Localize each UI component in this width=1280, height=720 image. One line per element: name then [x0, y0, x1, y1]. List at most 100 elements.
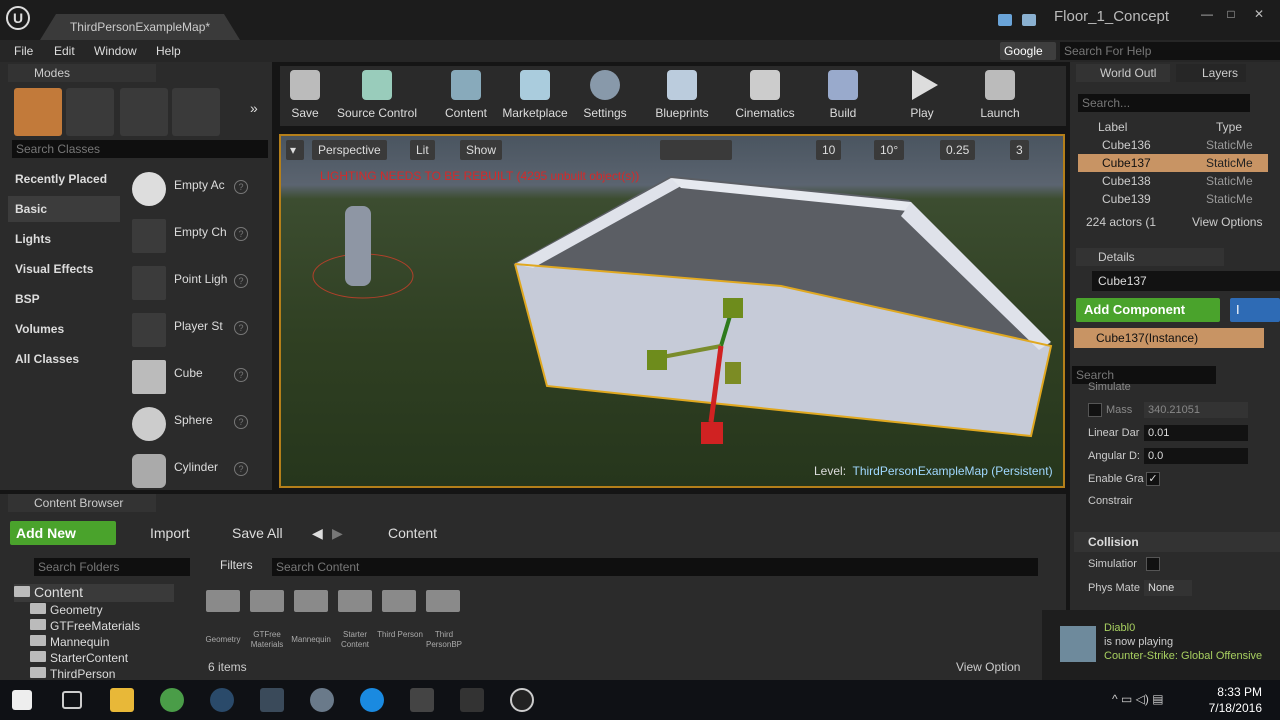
add-component-button[interactable]: Add Component — [1076, 298, 1220, 322]
transform-tools[interactable] — [660, 140, 732, 160]
gizmo-x-handle[interactable] — [647, 350, 667, 370]
skype-icon[interactable] — [360, 688, 384, 712]
gizmo-y-handle[interactable] — [723, 298, 743, 318]
help-icon[interactable]: ? — [234, 462, 248, 476]
perspective-button[interactable]: Perspective — [312, 140, 387, 160]
build-button[interactable]: Build — [822, 68, 864, 124]
source-control-button[interactable]: Source Control — [334, 68, 420, 124]
lit-button[interactable]: Lit — [410, 140, 435, 160]
menu-help[interactable]: Help — [156, 44, 181, 58]
help-icon[interactable]: ? — [234, 227, 248, 241]
close-button[interactable]: ✕ — [1248, 6, 1270, 22]
mass-field[interactable]: 340.21051 — [1144, 402, 1248, 418]
place-item-point-light[interactable]: Point Ligh? — [128, 260, 256, 304]
constraints-label[interactable]: Constrair — [1088, 495, 1133, 507]
folder-tile-icon[interactable] — [382, 590, 416, 612]
minimize-button[interactable]: — — [1196, 6, 1218, 22]
show-button[interactable]: Show — [460, 140, 503, 160]
blueprint-button[interactable]: I — [1230, 298, 1280, 322]
folder-tile-icon[interactable] — [294, 590, 328, 612]
unreal-engine-icon[interactable] — [510, 688, 534, 712]
path-breadcrumb[interactable]: Content — [388, 522, 437, 544]
filters-button[interactable]: Filters — [220, 558, 253, 572]
forward-arrow-icon[interactable]: ▶ — [332, 522, 343, 544]
system-tray-icons[interactable]: ^ ▭ ◁) ▤ — [1112, 692, 1164, 706]
outliner-view-options[interactable]: View Options — [1192, 215, 1262, 229]
place-item-sphere[interactable]: Sphere? — [128, 401, 256, 445]
cinematics-button[interactable]: Cinematics — [732, 68, 798, 124]
place-item-cylinder[interactable]: Cylinder? — [128, 448, 256, 492]
category-basic[interactable]: Basic — [8, 196, 120, 222]
category-bsp[interactable]: BSP — [8, 286, 120, 312]
blueprints-button[interactable]: Blueprints — [650, 68, 714, 124]
save-button[interactable]: Save — [284, 68, 326, 124]
label-column-header[interactable]: Label — [1098, 120, 1127, 134]
actor-name-field[interactable]: Cube137 — [1092, 271, 1280, 291]
category-lights[interactable]: Lights — [8, 226, 120, 252]
epic-games-icon[interactable] — [460, 688, 484, 712]
maximize-button[interactable]: □ — [1220, 6, 1242, 22]
app-icon[interactable] — [310, 688, 334, 712]
menu-window[interactable]: Window — [94, 44, 137, 58]
viewport-menu-button[interactable]: ▾ — [286, 140, 304, 160]
tree-folder[interactable]: ThirdPerson — [30, 666, 190, 680]
unreal-logo-icon[interactable]: U — [6, 6, 30, 30]
category-volumes[interactable]: Volumes — [8, 316, 120, 342]
angular-damping-field[interactable]: 0.0 — [1144, 448, 1248, 464]
outliner-search-input[interactable]: Search... — [1078, 94, 1250, 112]
tree-folder[interactable]: Mannequin — [30, 634, 190, 650]
gizmo-center[interactable] — [725, 362, 741, 384]
level-viewport[interactable] — [279, 134, 1065, 488]
modes-tab[interactable]: Modes — [8, 64, 156, 82]
feedback-icon[interactable] — [1022, 14, 1036, 26]
place-item-empty-character[interactable]: Empty Ch? — [128, 213, 256, 257]
outliner-row-selected[interactable]: Cube137 StaticMe — [1078, 154, 1268, 172]
landscape-mode-icon[interactable] — [120, 88, 168, 136]
windows-start-icon[interactable] — [12, 690, 32, 710]
folder-tile-icon[interactable] — [206, 590, 240, 612]
help-icon[interactable]: ? — [234, 321, 248, 335]
play-button[interactable]: Play — [900, 68, 944, 124]
tree-root-content[interactable]: Content — [14, 584, 174, 602]
enable-gravity-checkbox[interactable]: ✓ — [1146, 472, 1160, 486]
type-column-header[interactable]: Type — [1216, 120, 1242, 134]
simulation-hit-checkbox[interactable] — [1146, 557, 1160, 571]
task-view-icon[interactable] — [62, 691, 82, 709]
search-content-input[interactable]: Search Content — [272, 558, 1038, 576]
help-icon[interactable]: ? — [234, 180, 248, 194]
folder-tile-icon[interactable] — [250, 590, 284, 612]
taskbar-clock[interactable]: 8:33 PM 7/18/2016 — [1208, 684, 1262, 716]
document-tab[interactable]: ThirdPersonExampleMap* — [40, 14, 240, 40]
place-item-player-start[interactable]: Player St? — [128, 307, 256, 351]
category-recently-placed[interactable]: Recently Placed — [8, 166, 120, 192]
rotation-snap-value[interactable]: 10° — [874, 140, 905, 160]
category-all-classes[interactable]: All Classes — [8, 346, 120, 372]
chrome-icon[interactable] — [160, 688, 184, 712]
settings-button[interactable]: Settings — [578, 68, 632, 124]
search-engine-select[interactable]: Google — [1000, 42, 1056, 60]
file-explorer-icon[interactable] — [110, 688, 134, 712]
outliner-row[interactable]: Cube139 StaticMe — [1078, 190, 1268, 208]
linear-damping-field[interactable]: 0.01 — [1144, 425, 1248, 441]
help-search-input[interactable]: Search For Help — [1060, 42, 1280, 60]
layers-tab[interactable]: Layers — [1176, 64, 1246, 82]
add-new-button[interactable]: Add New — [10, 521, 116, 545]
search-folders-input[interactable]: Search Folders — [34, 558, 190, 576]
component-instance[interactable]: Cube137(Instance) — [1074, 328, 1264, 348]
help-icon[interactable]: ? — [234, 368, 248, 382]
menu-edit[interactable]: Edit — [54, 44, 75, 58]
tree-folder[interactable]: GTFreeMaterials — [30, 618, 190, 634]
world-outliner-tab[interactable]: World Outl — [1076, 64, 1170, 82]
help-icon[interactable]: ? — [234, 274, 248, 288]
outliner-row[interactable]: Cube138 StaticMe — [1078, 172, 1268, 190]
collision-section-header[interactable]: Collision — [1074, 532, 1280, 552]
place-mode-icon[interactable] — [14, 88, 62, 136]
tree-folder[interactable]: Geometry — [30, 602, 190, 618]
content-button[interactable]: Content — [440, 68, 492, 124]
search-classes-input[interactable]: Search Classes — [12, 140, 268, 158]
paint-mode-icon[interactable] — [66, 88, 114, 136]
place-item-empty-actor[interactable]: Empty Ac? — [128, 166, 256, 210]
camera-speed-value[interactable]: 3 — [1010, 140, 1029, 160]
help-icon[interactable]: ? — [234, 415, 248, 429]
place-item-cube[interactable]: Cube? — [128, 354, 256, 398]
